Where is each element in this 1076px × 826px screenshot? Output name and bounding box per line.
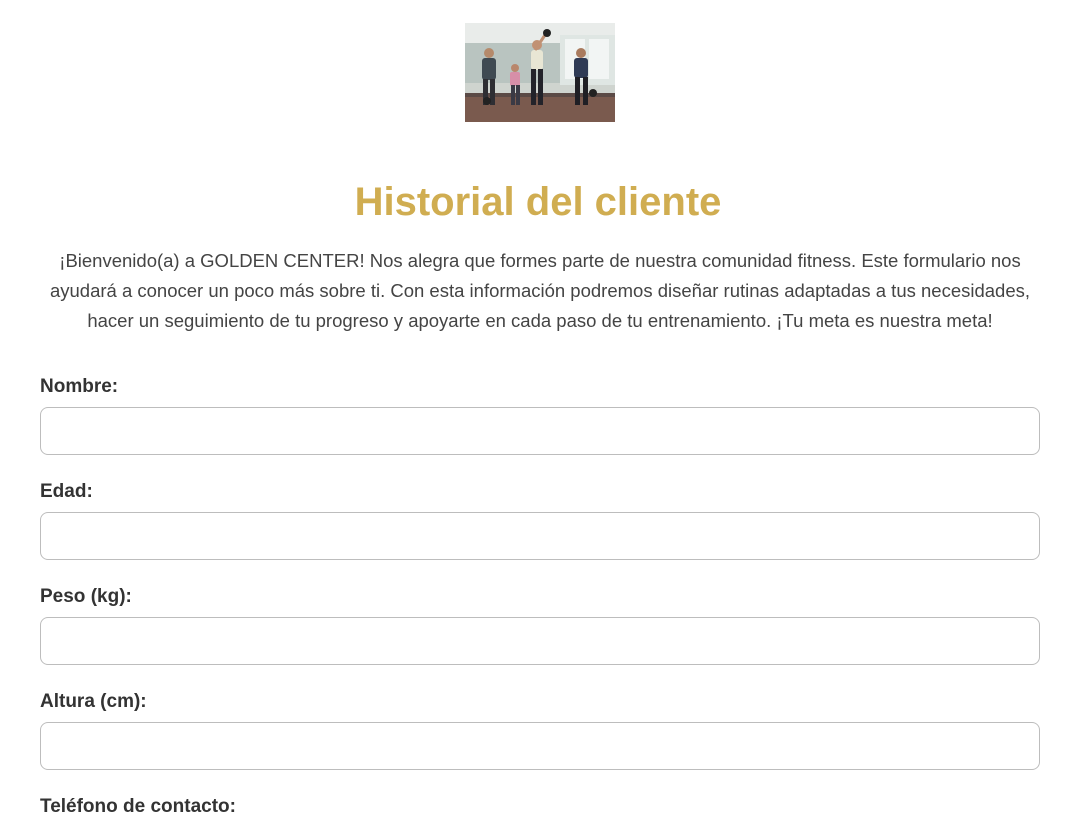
name-label: Nombre: [40,376,119,397]
page-title: Historial del cliente [354,180,722,224]
age-label: Edad: [40,481,93,502]
weight-label: Peso (kg): [40,586,132,607]
height-input[interactable] [40,722,1040,770]
welcome-paragraph: ¡Bienvenido(a) a GOLDEN CENTER! Nos aleg… [49,250,1031,331]
gym-class-image [465,23,615,122]
height-label: Altura (cm): [40,691,147,712]
age-input[interactable] [40,512,1040,560]
phone-label: Teléfono de contacto: [40,796,236,817]
client-history-page: Historial del cliente ¡Bienvenido(a) a G… [0,0,1076,826]
weight-input[interactable] [40,617,1040,665]
name-input[interactable] [40,407,1040,455]
